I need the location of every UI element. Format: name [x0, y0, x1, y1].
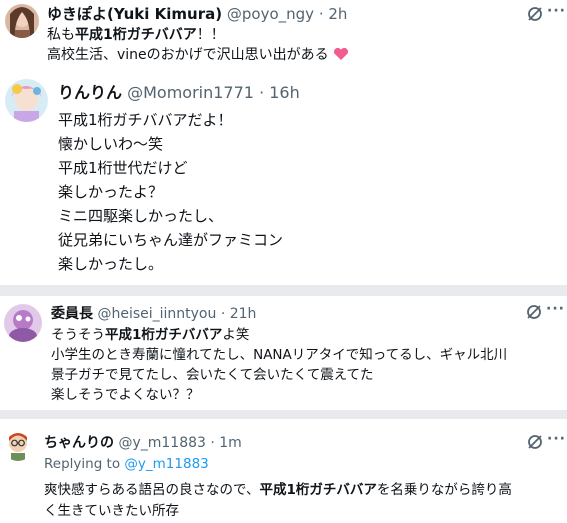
- tweet-card[interactable]: りんりん @Momorin1771 · 16h 平成1桁ガチババアだよ！ 懐かし…: [0, 71, 567, 285]
- tweet-text-line: ミニ四駆楽しかったし、: [58, 207, 224, 225]
- display-name[interactable]: りんりん: [58, 83, 122, 102]
- handle[interactable]: @heisei_iinntyou: [97, 306, 216, 322]
- replying-to-label: Replying to: [44, 456, 121, 472]
- tweet-header: ちゃんりの @y_m11883 · 1m: [44, 433, 242, 453]
- tweet-header: りんりん @Momorin1771 · 16h: [58, 82, 300, 104]
- avatar[interactable]: [5, 4, 39, 38]
- avatar[interactable]: [2, 429, 34, 461]
- tweet-text-line: 楽しそうでよくない？？: [51, 387, 200, 403]
- grok-icon[interactable]: [526, 433, 544, 451]
- grok-icon[interactable]: [525, 303, 543, 321]
- more-icon[interactable]: ···: [547, 3, 566, 19]
- tweet-text-line: 従兄弟にいちゃん達がファミコン: [58, 231, 284, 249]
- tweet-text-line: 楽しかったし。: [58, 255, 164, 273]
- more-icon[interactable]: ···: [546, 301, 565, 317]
- more-icon[interactable]: ···: [547, 431, 566, 447]
- display-name[interactable]: ゆきぽよ(Yuki Kimura): [47, 5, 222, 23]
- tweet-card[interactable]: ゆきぽよ(Yuki Kimura) @poyo_ngy · 2h 私も平成1桁ガ…: [0, 0, 567, 71]
- replying-to-handle[interactable]: @y_m11883: [124, 456, 208, 472]
- timestamp[interactable]: · 16h: [259, 83, 300, 102]
- tweet-text-line: く生きていきたい所存: [44, 503, 179, 519]
- tweet-text-line: 小学生のとき寿蘭に憧れてたし、NANAリアタイで知ってるし、ギャル北川: [51, 347, 508, 363]
- tweet-header: 委員長 @heisei_iinntyou · 21h: [51, 304, 256, 324]
- avatar[interactable]: [5, 79, 48, 122]
- avatar-image: [2, 429, 34, 461]
- tweet-text-line: 私も平成1桁ガチババア！！: [47, 27, 225, 43]
- tweet-text-line: 平成1桁世代だけど: [58, 159, 188, 177]
- tweet-card[interactable]: ちゃんりの @y_m11883 · 1m Replying to @y_m118…: [0, 419, 567, 523]
- handle[interactable]: @Momorin1771: [127, 83, 254, 102]
- tweet-text-line: 懐かしいわ〜笑: [58, 135, 164, 153]
- tweet-card[interactable]: 委員長 @heisei_iinntyou · 21h そうそう平成1桁ガチババア…: [0, 296, 567, 410]
- tweet-text-line: そうそう平成1桁ガチババアよ笑: [51, 327, 250, 343]
- timestamp[interactable]: · 2h: [319, 5, 348, 23]
- tweet-header: ゆきぽよ(Yuki Kimura) @poyo_ngy · 2h: [47, 4, 347, 24]
- avatar-image: [5, 4, 39, 38]
- tweet-text-line: 楽しかったよ？: [58, 183, 164, 201]
- tweet-text-line: 平成1桁ガチババアだよ！: [58, 111, 233, 129]
- grok-icon[interactable]: [526, 5, 544, 23]
- avatar-image: [4, 304, 42, 342]
- avatar[interactable]: [4, 304, 42, 342]
- tweet-text-line: 高校生活、vineのおかげで沢山思い出がある: [47, 45, 349, 65]
- handle[interactable]: @poyo_ngy: [227, 5, 314, 23]
- tweet-text-line: 景子ガチで見てたし、会いたくて会いたくて震えてた: [51, 367, 374, 383]
- tweet-text-line: 爽快感すらある語呂の良さなので、平成1桁ガチババアを名乗りながら誇り高: [44, 482, 512, 498]
- avatar-image: [5, 79, 48, 122]
- handle[interactable]: @y_m11883: [118, 435, 205, 451]
- heart-emoji: [334, 47, 349, 60]
- display-name[interactable]: 委員長: [51, 306, 93, 322]
- display-name[interactable]: ちゃんりの: [44, 435, 114, 451]
- timestamp[interactable]: · 1m: [210, 435, 241, 451]
- replying-to: Replying to @y_m11883: [44, 454, 209, 474]
- timestamp[interactable]: · 21h: [221, 306, 257, 322]
